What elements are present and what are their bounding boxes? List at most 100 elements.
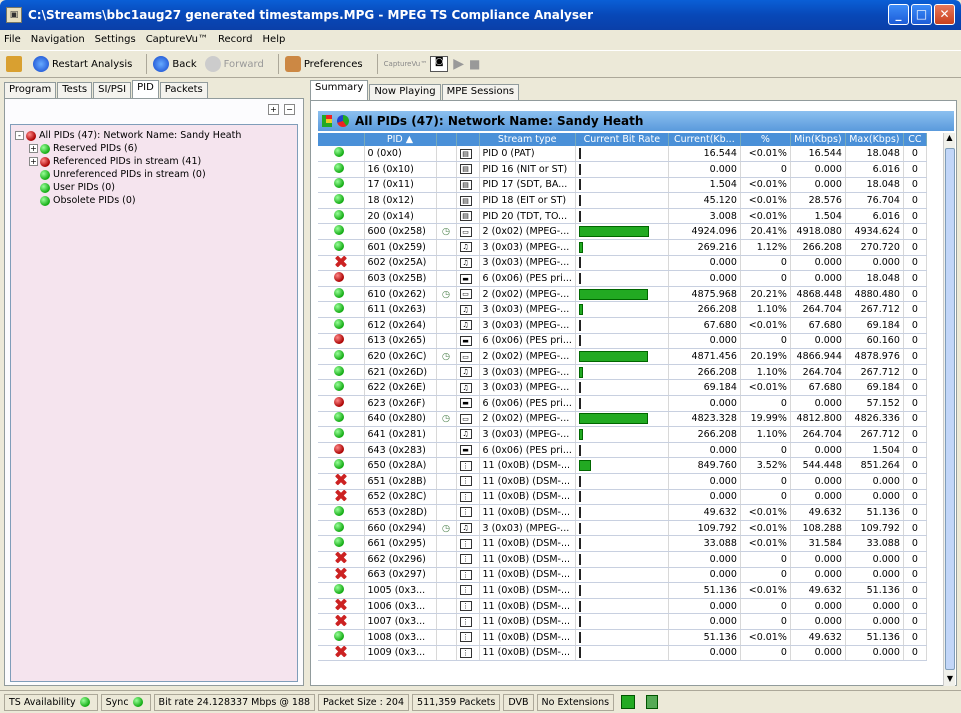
table-row[interactable]: 653 (0x28D) ⋮ 11 (0x0B) (DSM-... 49.632 <0.0… <box>318 504 927 521</box>
play-icon[interactable]: ▶ <box>453 56 464 72</box>
table-row[interactable]: 622 (0x26E) ♫ 3 (0x03) (MPEG-... 69.184 <0.0… <box>318 379 927 396</box>
tab-mpe-sessions[interactable]: MPE Sessions <box>441 84 520 100</box>
table-row[interactable]: 650 (0x28A) ⋮ 11 (0x0B) (DSM-... 849.760 3.5… <box>318 457 927 474</box>
error-status-icon <box>334 396 345 407</box>
tab-packets[interactable]: Packets <box>159 82 208 98</box>
tree-item[interactable]: Obsolete PIDs (0) <box>15 194 293 207</box>
table-row[interactable]: 600 (0x258) ◷ ▭ 2 (0x02) (MPEG-... 4924.096 2… <box>318 223 927 241</box>
tree-item[interactable]: + Referenced PIDs in stream (41) <box>15 155 293 168</box>
table-row[interactable]: 602 (0x25A) ♫ 3 (0x03) (MPEG-... 0.000 0 0.00… <box>318 255 927 272</box>
table-row[interactable]: 1005 (0x3... ⋮ 11 (0x0B) (DSM-... 51.136 <0.… <box>318 582 927 599</box>
maximize-button[interactable]: □ <box>911 4 932 25</box>
table-row[interactable]: 1006 (0x3... ⋮ 11 (0x0B) (DSM-... 0.000 0 0.0… <box>318 598 927 615</box>
table-row[interactable]: 17 (0x11) ▤ PID 17 (SDT, BA... 1.504 <0.01% 0… <box>318 177 927 194</box>
table-row[interactable]: 16 (0x10) ▤ PID 16 (NIT or ST) 0.000 0 0.000 6… <box>318 161 927 178</box>
close-button[interactable]: ✕ <box>934 4 955 25</box>
bar-chart-icon[interactable] <box>322 115 332 127</box>
table-row[interactable]: 640 (0x280) ◷ ▭ 2 (0x02) (MPEG-... 4823.328 1… <box>318 411 927 428</box>
tree-item[interactable]: - All PIDs (47): Network Name: Sandy Heat… <box>15 129 293 142</box>
minimize-button[interactable]: _ <box>888 4 909 25</box>
scrollbar-thumb[interactable] <box>945 148 955 670</box>
menu-navigation[interactable]: Navigation <box>31 34 85 45</box>
pid-cell: 0 (0x0) <box>364 146 437 163</box>
table-row[interactable]: 661 (0x295) ⋮ 11 (0x0B) (DSM-... 33.088 <0.0… <box>318 535 927 552</box>
min-rate-cell: 0.000 <box>790 645 846 662</box>
column-header[interactable]: Current(Kb... <box>668 133 741 146</box>
expand-icon[interactable]: + <box>29 144 38 153</box>
table-row[interactable]: 663 (0x297) ⋮ 11 (0x0B) (DSM-... 0.000 0 0.00… <box>318 567 927 584</box>
column-header[interactable]: Min(Kbps) <box>790 133 846 146</box>
table-row[interactable]: 660 (0x294) ◷ ♫ 3 (0x03) (MPEG-... 109.792 <0… <box>318 520 927 537</box>
table-row[interactable]: 613 (0x265) ▬ 6 (0x06) (PES pri... 0.000 0 0.… <box>318 333 927 350</box>
log-icon[interactable] <box>642 694 662 711</box>
tree-item[interactable]: + Reserved PIDs (6) <box>15 142 293 155</box>
column-header[interactable]: % <box>740 133 791 146</box>
menu-capturevu[interactable]: CaptureVu™ <box>146 34 208 45</box>
open-button[interactable] <box>6 56 25 72</box>
cc-cell: 0 <box>903 223 927 241</box>
tab-pid[interactable]: PID <box>132 80 159 98</box>
expand-all-icon[interactable]: + <box>268 104 279 115</box>
current-rate-cell: 0.000 <box>668 613 741 630</box>
preferences-button[interactable]: Preferences <box>284 56 363 72</box>
column-header[interactable]: PID ▲ <box>364 133 437 146</box>
table-row[interactable]: 20 (0x14) ▤ PID 20 (TDT, TO... 3.008 <0.01% 1… <box>318 208 927 225</box>
restart-analysis-button[interactable]: Restart Analysis <box>33 56 132 72</box>
record-icon[interactable]: ■ <box>469 57 480 71</box>
table-row[interactable]: 603 (0x25B) ▬ 6 (0x06) (PES pri... 0.000 0 0.… <box>318 270 927 287</box>
table-row[interactable]: 643 (0x283) ▬ 6 (0x06) (PES pri... 0.000 0 0.… <box>318 442 927 459</box>
table-row[interactable]: 662 (0x296) ⋮ 11 (0x0B) (DSM-... 0.000 0 0.00… <box>318 551 927 568</box>
camera-icon[interactable]: ◙ <box>430 56 449 72</box>
column-header[interactable]: Stream type <box>479 133 576 146</box>
pie-chart-icon[interactable] <box>337 115 349 127</box>
forward-button[interactable]: Forward <box>204 56 264 72</box>
table-row[interactable]: 651 (0x28B) ⋮ 11 (0x0B) (DSM-... 0.000 0 0.00… <box>318 473 927 490</box>
table-row[interactable]: 612 (0x264) ♫ 3 (0x03) (MPEG-... 67.680 <0.0… <box>318 317 927 334</box>
table-row[interactable]: 610 (0x262) ◷ ▭ 2 (0x02) (MPEG-... 4875.968 2… <box>318 286 927 303</box>
column-header[interactable]: Max(Kbps) <box>845 133 904 146</box>
column-header[interactable]: Current Bit Rate <box>575 133 669 146</box>
tab-program[interactable]: Program <box>4 82 57 98</box>
table-row[interactable]: 1009 (0x3... ⋮ 11 (0x0B) (DSM-... 0.000 0 0.0… <box>318 645 927 662</box>
tree-item[interactable]: Unreferenced PIDs in stream (0) <box>15 168 293 181</box>
table-row[interactable]: 621 (0x26D) ♫ 3 (0x03) (MPEG-... 266.208 1.1… <box>318 364 927 381</box>
grid-icon[interactable] <box>617 694 639 711</box>
table-row[interactable]: 0 (0x0) ▤ PID 0 (PAT) 16.544 <0.01% 16.544 18.… <box>318 146 927 163</box>
tab-summary[interactable]: Summary <box>310 80 369 100</box>
table-row[interactable]: 652 (0x28C) ⋮ 11 (0x0B) (DSM-... 0.000 0 0.00… <box>318 489 927 506</box>
cc-cell: 0 <box>903 177 927 194</box>
menu-help[interactable]: Help <box>263 34 286 45</box>
expand-icon[interactable]: + <box>29 157 38 166</box>
menu-settings[interactable]: Settings <box>95 34 136 45</box>
vertical-scrollbar[interactable]: ▲ ▼ <box>943 133 955 686</box>
max-rate-cell: 1.504 <box>845 442 904 459</box>
tab-si-psi[interactable]: SI/PSI <box>93 82 132 98</box>
back-button[interactable]: Back <box>153 56 197 72</box>
table-row[interactable]: 601 (0x259) ♫ 3 (0x03) (MPEG-... 269.216 1.1… <box>318 239 927 256</box>
column-header[interactable] <box>318 133 365 146</box>
tab-now-playing[interactable]: Now Playing <box>369 84 441 100</box>
table-row[interactable]: 641 (0x281) ♫ 3 (0x03) (MPEG-... 266.208 1.1… <box>318 426 927 443</box>
collapse-icon[interactable]: - <box>15 131 24 140</box>
table-row[interactable]: 620 (0x26C) ◷ ▭ 2 (0x02) (MPEG-... 4871.456 2… <box>318 348 927 365</box>
pes-icon: ▬ <box>459 273 472 284</box>
collapse-all-icon[interactable]: − <box>284 104 295 115</box>
table-row[interactable]: 18 (0x12) ▤ PID 18 (EIT or ST) 45.120 <0.01%… <box>318 192 927 209</box>
table-row[interactable]: 611 (0x263) ♫ 3 (0x03) (MPEG-... 266.208 1.1… <box>318 301 927 319</box>
bitrate-bar <box>578 444 581 456</box>
max-rate-cell: 60.160 <box>845 333 904 350</box>
menu-file[interactable]: File <box>4 34 21 45</box>
table-row[interactable]: 1007 (0x3... ⋮ 11 (0x0B) (DSM-... 0.000 0 0.0… <box>318 613 927 630</box>
column-header[interactable] <box>456 133 480 146</box>
tree-item[interactable]: User PIDs (0) <box>15 181 293 194</box>
scroll-up-icon[interactable]: ▲ <box>944 133 955 145</box>
pid-cell: 611 (0x263) <box>364 301 437 319</box>
scroll-down-icon[interactable]: ▼ <box>944 674 956 686</box>
menu-record[interactable]: Record <box>218 34 253 45</box>
table-row[interactable]: 1008 (0x3... ⋮ 11 (0x0B) (DSM-... 51.136 <0.… <box>318 629 927 646</box>
column-header[interactable]: CC <box>903 133 927 146</box>
pes-icon: ▬ <box>459 335 472 346</box>
tab-tests[interactable]: Tests <box>57 82 93 98</box>
table-row[interactable]: 623 (0x26F) ▬ 6 (0x06) (PES pri... 0.000 0 0.… <box>318 395 927 412</box>
column-header[interactable] <box>436 133 457 146</box>
